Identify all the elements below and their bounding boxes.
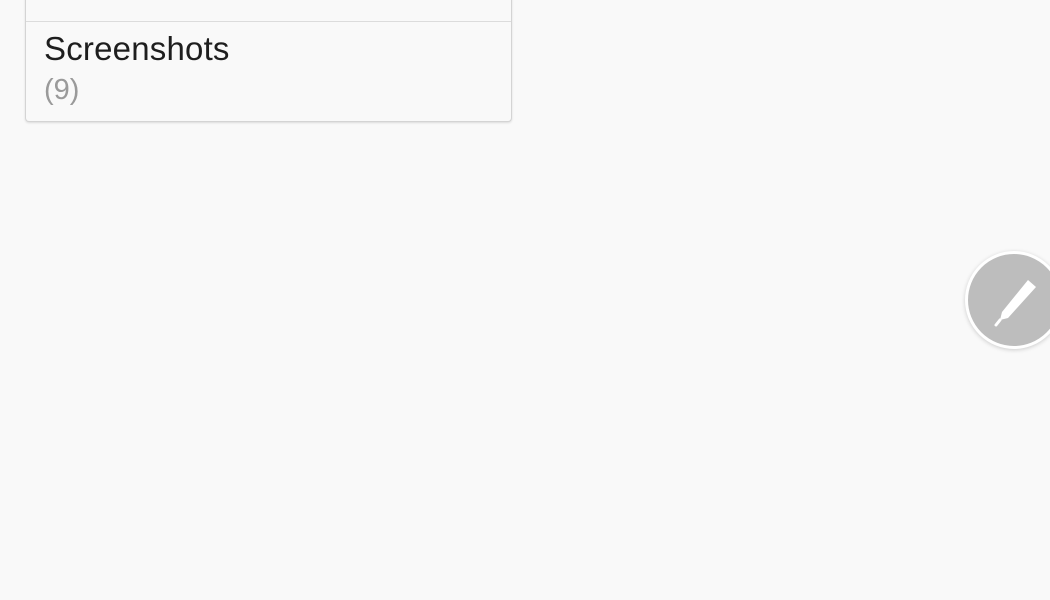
edit-button[interactable]	[965, 251, 1050, 349]
album-title: Screenshots	[44, 30, 230, 67]
album-list-item-previous[interactable]	[26, 0, 511, 22]
pencil-icon	[994, 280, 1036, 327]
screen: Screenshots (9)	[0, 0, 1050, 600]
album-list-item-screenshots[interactable]: Screenshots (9)	[26, 22, 511, 122]
album-list-card: Screenshots (9)	[25, 0, 512, 122]
album-count: (9)	[44, 74, 80, 106]
